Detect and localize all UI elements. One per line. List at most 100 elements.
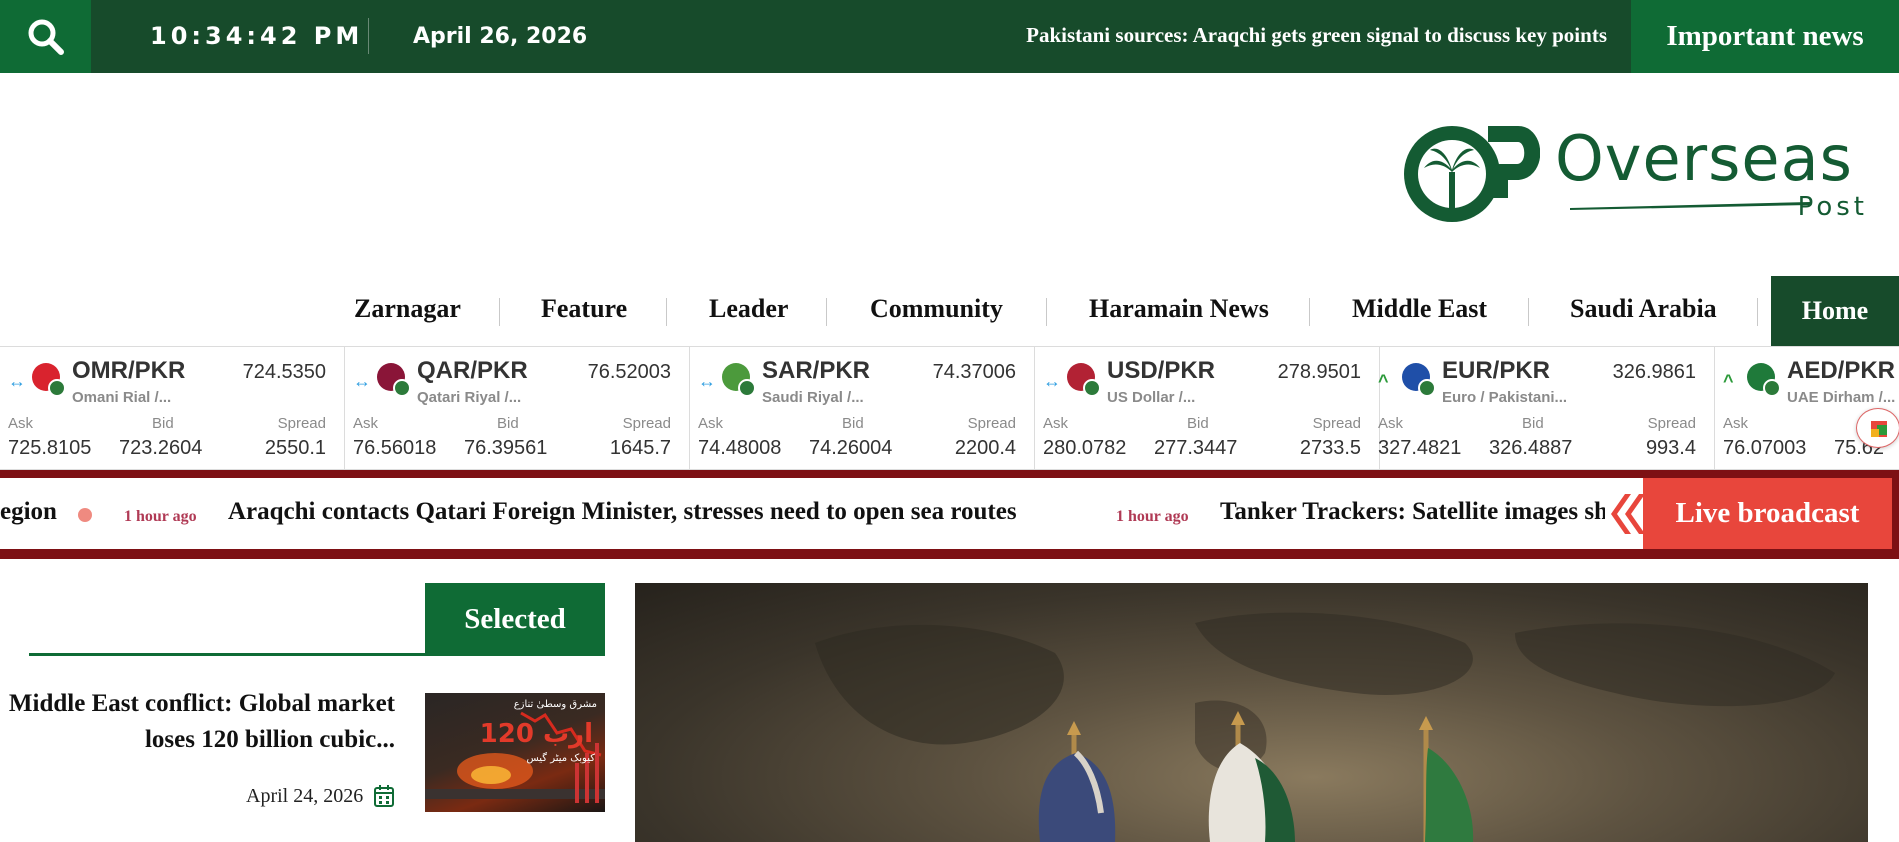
top-headline[interactable]: Pakistani sources: Araqchi gets green si… [1026, 23, 1607, 48]
bid-value: 326.4887 [1489, 437, 1573, 459]
nav-separator [1046, 298, 1047, 326]
ask-value: 74.48008 [698, 437, 782, 459]
bid-label: Bid [152, 415, 174, 432]
bid-label: Bid [1187, 415, 1209, 432]
nav-separator [1309, 298, 1310, 326]
bid-label: Bid [497, 415, 519, 432]
floating-widget-button[interactable] [1856, 408, 1899, 448]
bid-label: Bid [1522, 415, 1544, 432]
spread-value: 2200.4 [954, 437, 1016, 459]
nav-item-home[interactable]: Home [1771, 276, 1899, 346]
currency-strip: ↔ OMR/PKR Omani Rial /... 724.5350 Ask B… [0, 346, 1899, 470]
site-logo[interactable]: Overseas Post [1400, 118, 1872, 232]
top-bar: 10:34:42 PM April 26, 2026 Pakistani sou… [0, 0, 1899, 73]
top-divider [368, 18, 369, 54]
double-chevron-left-icon [1605, 488, 1645, 540]
ticker-item[interactable]: Tanker Trackers: Satellite images sh [1220, 498, 1608, 526]
trend-up-icon: ^ [1378, 371, 1389, 391]
fx-pair: EUR/PKR [1442, 357, 1551, 384]
trend-flat-icon: ↔ [8, 371, 26, 391]
current-date: April 26, 2026 [413, 24, 588, 49]
widget-icon [1871, 421, 1887, 437]
fx-card-qar[interactable]: ↔ QAR/PKR Qatari Riyal /... 76.52003 Ask… [345, 347, 690, 469]
fx-name: US Dollar /... [1107, 389, 1196, 406]
spread-value: 2550.1 [264, 437, 326, 459]
trend-up-icon: ^ [1723, 371, 1734, 391]
clock: 10:34:42 PM [150, 22, 364, 50]
live-broadcast-button[interactable]: Live broadcast [1643, 478, 1892, 549]
nav-item-feature[interactable]: Feature [541, 294, 627, 324]
fx-name: Qatari Riyal /... [417, 389, 522, 406]
nav-item-leader[interactable]: Leader [709, 294, 788, 324]
trend-flat-icon: ↔ [698, 371, 716, 391]
nav-item-community[interactable]: Community [870, 294, 1003, 324]
search-button[interactable] [0, 0, 91, 73]
ask-label: Ask [698, 415, 724, 432]
fx-card-eur[interactable]: ^ EUR/PKR Euro / Pakistani... 326.9861 A… [1370, 347, 1715, 469]
nav-item-middle-east[interactable]: Middle East [1352, 294, 1487, 324]
thumbnail-caption: مشرق وسطیٰ تنازع [513, 699, 597, 710]
fx-pair: USD/PKR [1107, 357, 1216, 384]
fx-rate: 326.9861 [1612, 361, 1696, 383]
spread-label: Spread [967, 415, 1016, 432]
thumbnail-caption: کیوبک میٹر گیس [526, 753, 595, 764]
calendar-icon [374, 785, 394, 807]
pk-badge-icon [1083, 379, 1101, 397]
search-icon [28, 19, 64, 55]
ask-value: 327.4821 [1378, 437, 1462, 459]
logo-swoosh [1570, 202, 1810, 210]
spread-label: Spread [277, 415, 326, 432]
fx-pair: SAR/PKR [762, 357, 871, 384]
fx-name: Euro / Pakistani... [1442, 389, 1568, 406]
hero-image[interactable] [635, 583, 1868, 842]
ticker-item[interactable]: Araqchi contacts Qatari Foreign Minister… [228, 498, 1017, 526]
article-title[interactable]: Middle East conflict: Global market lose… [0, 686, 395, 758]
ask-label: Ask [1378, 415, 1404, 432]
ticker-dot-icon [78, 508, 92, 522]
palm-logo-icon [1404, 126, 1540, 222]
logo-wordmark: Overseas [1555, 122, 1853, 195]
fx-name: Omani Rial /... [72, 389, 172, 406]
fx-card-usd[interactable]: ↔ USD/PKR US Dollar /... 278.9501 Ask Bi… [1035, 347, 1380, 469]
pk-badge-icon [738, 379, 756, 397]
pk-badge-icon [1418, 379, 1436, 397]
fx-pair: QAR/PKR [417, 357, 528, 384]
spread-value: 1645.7 [609, 437, 671, 459]
pk-badge-icon [393, 379, 411, 397]
bid-value: 76.39561 [464, 437, 548, 459]
fx-pair: OMR/PKR [72, 357, 186, 384]
nav-item-saudi-arabia[interactable]: Saudi Arabia [1570, 294, 1717, 324]
spread-label: Spread [1312, 415, 1361, 432]
nav-item-zarnagar[interactable]: Zarnagar [354, 294, 461, 324]
fx-card-omr[interactable]: ↔ OMR/PKR Omani Rial /... 724.5350 Ask B… [0, 347, 345, 469]
bid-value: 74.26004 [809, 437, 893, 459]
ask-label: Ask [8, 415, 34, 432]
fx-rate: 74.37006 [932, 361, 1016, 383]
article-thumbnail[interactable]: مشرق وسطیٰ تنازع 120 ارب کیوبک میٹر گیس [425, 693, 605, 812]
ask-value: 76.56018 [353, 437, 437, 459]
bid-value: 723.2604 [119, 437, 203, 459]
ask-label: Ask [1723, 415, 1749, 432]
fx-rate: 724.5350 [242, 361, 326, 383]
selected-tab[interactable]: Selected [425, 583, 605, 656]
fx-name: UAE Dirham /... [1787, 389, 1896, 406]
important-news-label: Important news [1631, 0, 1899, 73]
fx-card-sar[interactable]: ↔ SAR/PKR Saudi Riyal /... 74.37006 Ask … [690, 347, 1035, 469]
trend-flat-icon: ↔ [1043, 371, 1061, 391]
main-nav: Zarnagar Feature Leader Community Harama… [0, 276, 1899, 346]
fx-pair: AED/PKR [1787, 357, 1896, 384]
nav-item-haramain-news[interactable]: Haramain News [1089, 294, 1269, 324]
nav-separator [1528, 298, 1529, 326]
ask-label: Ask [353, 415, 379, 432]
fx-rate: 76.52003 [587, 361, 671, 383]
ask-value: 280.0782 [1043, 437, 1127, 459]
nav-separator [826, 298, 827, 326]
nav-separator [1757, 298, 1758, 326]
nav-separator [499, 298, 500, 326]
ask-value: 76.07003 [1723, 437, 1807, 459]
ticker-item-partial[interactable]: egion [0, 498, 57, 526]
bid-value: 277.3447 [1154, 437, 1238, 459]
spread-value: 993.4 [1645, 437, 1696, 459]
bid-label: Bid [842, 415, 864, 432]
ticker-time: 1 hour ago [124, 508, 197, 525]
